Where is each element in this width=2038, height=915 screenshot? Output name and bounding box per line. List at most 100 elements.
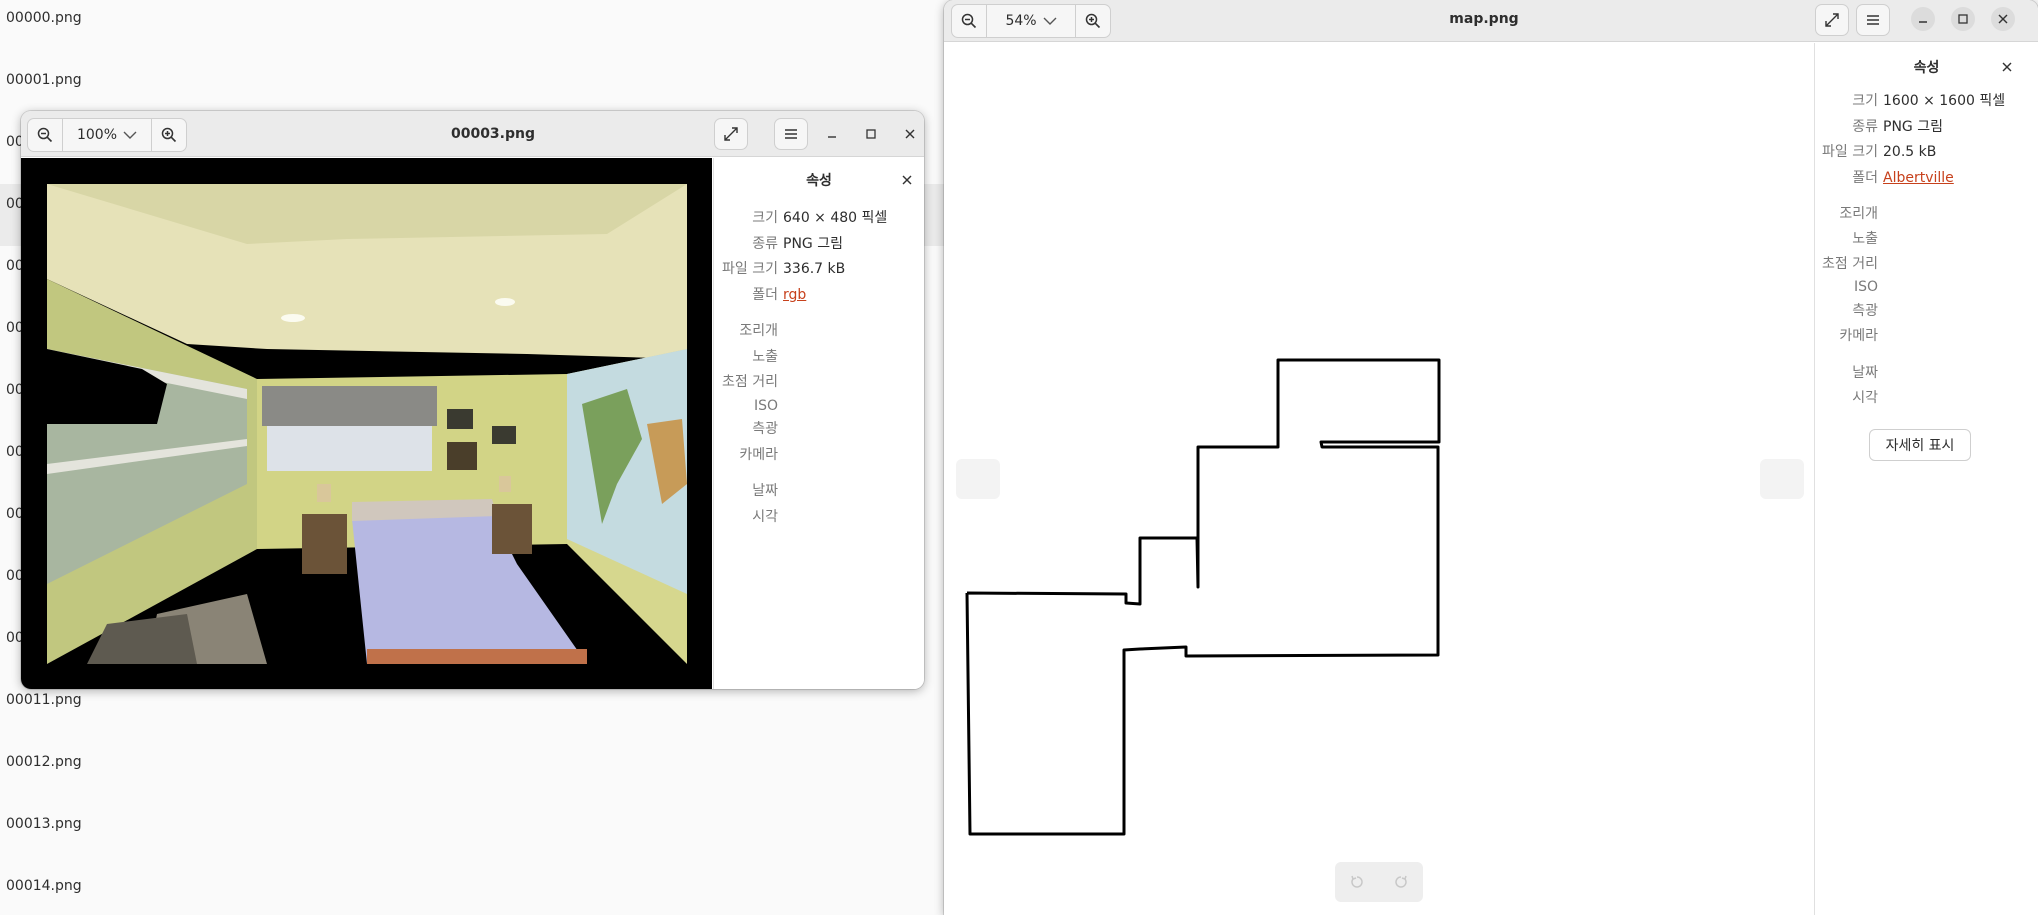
maximize-button[interactable]: [1951, 7, 1975, 31]
zoom-in-icon: [1085, 13, 1101, 29]
property-row: 카메라: [1815, 326, 2038, 346]
minimize-button[interactable]: [820, 122, 844, 146]
close-button[interactable]: [898, 122, 922, 146]
minimize-button[interactable]: [1911, 7, 1935, 31]
show-details-button[interactable]: 자세히 표시: [1869, 429, 1971, 461]
property-key: ISO: [1853, 279, 1878, 295]
zoom-level-dropdown[interactable]: 54%: [987, 5, 1075, 37]
property-key: 종류: [1852, 119, 1878, 135]
fullscreen-button[interactable]: [1815, 4, 1849, 36]
property-key: 초점 거리: [1822, 256, 1878, 272]
file-name: 00011.png: [6, 692, 82, 708]
file-name: 00001.png: [6, 72, 82, 88]
folder-link[interactable]: rgb: [783, 285, 806, 305]
floor-plan-map: [965, 358, 1441, 836]
rotate-right-icon: [1395, 875, 1407, 888]
chevron-down-icon: [1043, 17, 1057, 25]
property-row: 시각: [1815, 388, 2038, 408]
header-bar: 54% map.png: [944, 0, 2038, 42]
property-row: 노출: [714, 347, 924, 367]
close-icon: [1998, 14, 2008, 24]
properties-close-button[interactable]: [899, 172, 915, 188]
fullscreen-icon: [1825, 13, 1839, 27]
property-key: 카메라: [739, 447, 778, 463]
file-name: 00014.png: [6, 878, 82, 894]
zoom-out-icon: [37, 127, 52, 143]
rotate-left-button[interactable]: [1335, 862, 1379, 902]
fullscreen-icon: [724, 127, 738, 141]
image-viewer-window-map: 54% map.png 속성 자세히 표시 크기 1600 × 1600 픽셀 …: [944, 0, 2038, 915]
rotate-right-button[interactable]: [1379, 862, 1423, 902]
folder-link[interactable]: Albertville: [1883, 168, 1954, 188]
property-key: 측광: [752, 421, 778, 437]
zoom-in-button[interactable]: [152, 119, 186, 151]
property-row: 초점 거리: [1815, 254, 2038, 274]
zoom-in-button[interactable]: [1076, 5, 1110, 37]
property-row: 카메라: [714, 445, 924, 465]
property-key: 시각: [1852, 390, 1878, 406]
properties-panel: 속성 크기 640 × 480 픽셀 종류 PNG 그림 파일 크기 336.7 kB 폴더…: [713, 158, 924, 689]
window-title: map.png: [1449, 11, 1519, 27]
property-key: ISO: [753, 398, 778, 414]
property-row: 시각: [714, 507, 924, 527]
property-value: 1600 × 1600 픽셀: [1883, 93, 2006, 109]
property-key: 종류: [752, 236, 778, 252]
property-key: 날짜: [752, 483, 778, 499]
property-row: 크기 1600 × 1600 픽셀: [1815, 91, 2038, 111]
property-key: 카메라: [1839, 328, 1878, 344]
maximize-icon: [1958, 14, 1968, 24]
property-key: 조리개: [739, 323, 778, 339]
fullscreen-button[interactable]: [714, 118, 748, 150]
close-button[interactable]: [1991, 7, 2015, 31]
close-icon: [2002, 62, 2012, 72]
zoom-level-value: 100%: [76, 127, 118, 143]
property-row: 조리개: [1815, 204, 2038, 224]
property-row: 날짜: [714, 481, 924, 501]
zoom-out-button[interactable]: [28, 119, 62, 151]
image-viewer-window-00003: 100% 00003.png 속성 크기 640 × 480 픽셀 종류 PNG…: [21, 111, 924, 689]
property-key: 크기: [1852, 93, 1878, 109]
property-row: 크기 640 × 480 픽셀: [714, 208, 924, 228]
window-title: 00003.png: [450, 126, 536, 142]
property-key: 시각: [752, 509, 778, 525]
property-row: 날짜: [1815, 363, 2038, 383]
minimize-icon: [1919, 21, 1927, 23]
property-row: ISO: [1815, 277, 2038, 297]
zoom-out-button[interactable]: [952, 5, 986, 37]
menu-button[interactable]: [1856, 4, 1890, 36]
image-canvas: [21, 158, 712, 689]
property-row: 폴더 Albertville: [1815, 168, 2038, 188]
room-photo: [47, 184, 687, 664]
property-value: 640 × 480 픽셀: [783, 210, 888, 226]
properties-close-button[interactable]: [1999, 59, 2015, 75]
property-key: 파일 크기: [722, 261, 778, 277]
zoom-controls: 54%: [951, 4, 1111, 38]
property-row: 노출: [1815, 229, 2038, 249]
property-row: 조리개: [714, 321, 924, 341]
properties-panel: 속성 자세히 표시 크기 1600 × 1600 픽셀 종류 PNG 그림 파일 크기 2…: [1814, 43, 2038, 915]
maximize-button[interactable]: [859, 122, 883, 146]
property-row: 파일 크기 20.5 kB: [1815, 142, 2038, 162]
property-key: 파일 크기: [1822, 144, 1878, 160]
property-row: 측광: [714, 419, 924, 439]
property-row: 폴더 rgb: [714, 285, 924, 305]
file-name: 00012.png: [6, 754, 82, 770]
menu-button[interactable]: [774, 118, 808, 150]
property-key: 날짜: [1852, 365, 1878, 381]
property-key: 초점 거리: [722, 374, 778, 390]
property-key: 측광: [1852, 303, 1878, 319]
zoom-level-dropdown[interactable]: 100%: [63, 119, 151, 151]
maximize-icon: [866, 129, 876, 139]
property-key: 노출: [752, 349, 778, 365]
file-name: 00000.png: [6, 10, 82, 26]
property-key: 노출: [1852, 231, 1878, 247]
property-key: 크기: [752, 210, 778, 226]
property-row: 초점 거리: [714, 372, 924, 392]
menu-icon: [1867, 15, 1879, 25]
zoom-in-icon: [161, 127, 177, 143]
property-key: 폴더: [752, 287, 778, 303]
properties-title: 속성: [806, 173, 832, 189]
property-value: PNG 그림: [1883, 119, 1943, 135]
close-icon: [905, 129, 915, 139]
property-row: 종류 PNG 그림: [714, 234, 924, 254]
